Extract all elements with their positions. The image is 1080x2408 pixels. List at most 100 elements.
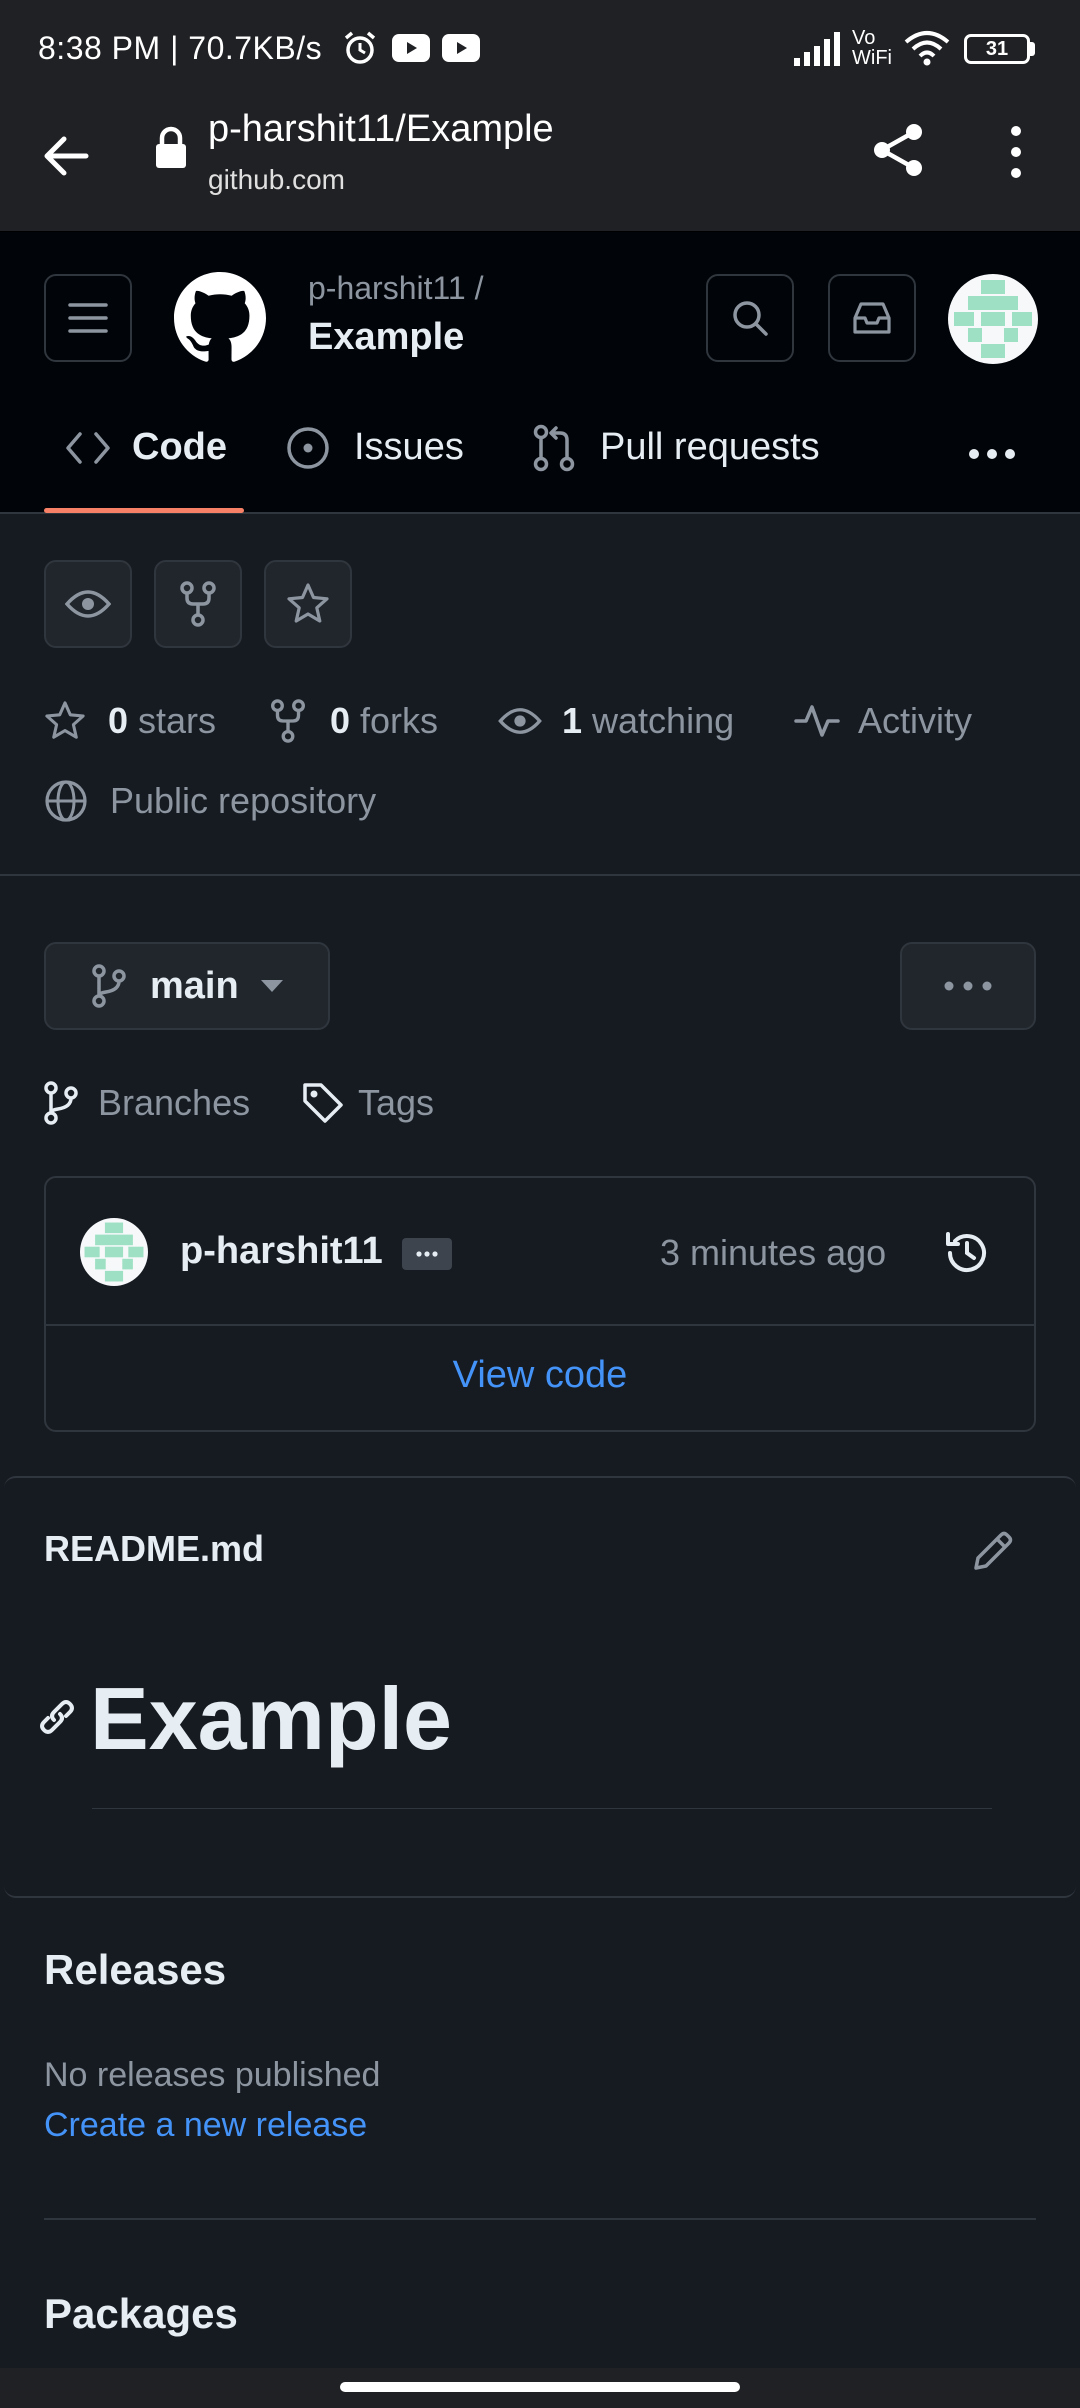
stars-count: 0 [108,700,129,741]
signal-icon [794,32,840,66]
readme-card: README.md Example [4,1476,1076,1898]
vowifi-label: Vo WiFi [852,27,892,69]
back-arrow-icon[interactable] [40,130,92,182]
wifi-icon [904,31,950,66]
visibility-stat: Public repository [44,776,376,826]
commit-message-toggle[interactable] [402,1238,452,1270]
tag-icon [303,1083,343,1123]
search-icon [733,301,768,336]
tab-code-label: Code [132,426,227,468]
section-divider [0,874,1080,876]
tab-pull-requests-label: Pull requests [600,426,820,468]
browser-toolbar: p-harshit11/Example github.com [0,96,1080,232]
commit-time: 3 minutes ago [660,1232,887,1273]
active-tab-underline [44,508,244,513]
inbox-icon [853,302,891,334]
watching-count: 1 [562,700,583,741]
home-gesture-handle[interactable] [340,2382,740,2392]
commit-author-avatar[interactable] [80,1218,148,1286]
anchor-link-icon[interactable] [36,1696,78,1738]
issue-icon [287,427,329,469]
inbox-button[interactable] [828,274,916,362]
url-title[interactable]: p-harshit11/Example [208,108,554,151]
section-divider [44,2218,1036,2220]
releases-empty-text: No releases published [44,2056,381,2094]
packages-title[interactable]: Packages [44,2290,238,2338]
stars-label: stars [128,700,217,741]
tab-issues[interactable]: Issues [284,402,484,512]
heading-underline [92,1808,992,1809]
tab-issues-label: Issues [354,426,464,468]
activity-label: Activity [858,700,973,741]
more-tabs-icon[interactable] [966,446,1018,462]
user-avatar[interactable] [948,274,1038,364]
caret-down-icon [260,980,283,992]
eye-icon [65,590,111,618]
ellipsis-icon [944,981,992,991]
releases-title[interactable]: Releases [44,1946,226,1994]
search-button[interactable] [706,274,794,362]
branches-label: Branches [98,1082,251,1123]
star-icon [287,583,329,623]
forks-stat[interactable]: 0 forks [270,696,438,746]
watch-button[interactable] [44,560,132,648]
globe-icon [45,780,87,822]
latest-commit-box: p-harshit11 3 minutes ago View code [44,1176,1036,1432]
visibility-label: Public repository [110,780,377,821]
repo-owner[interactable]: p-harshit11 / [308,270,484,307]
activity-link[interactable]: Activity [794,696,972,746]
history-icon[interactable] [942,1228,992,1278]
forks-label: forks [350,700,439,741]
branch-icon [44,1081,78,1125]
battery-icon: 31 [964,34,1030,64]
more-vertical-icon[interactable] [1004,124,1028,180]
stars-stat[interactable]: 0 stars [44,696,216,746]
eye-icon [498,708,542,734]
tab-pull-requests[interactable]: Pull requests [530,402,850,512]
pencil-icon[interactable] [972,1530,1014,1572]
status-time: 8:38 PM | 70.7KB/s [38,30,323,66]
watching-stat[interactable]: 1 watching [498,696,734,746]
star-button[interactable] [264,560,352,648]
branch-more-button[interactable] [900,942,1036,1030]
ellipsis-icon [416,1251,438,1257]
commit-author[interactable]: p-harshit11 [180,1230,383,1273]
youtube-icon [442,34,480,62]
readme-filename[interactable]: README.md [44,1528,264,1570]
branches-link[interactable]: Branches [44,1078,250,1128]
alarm-icon [344,31,376,64]
identicon-avatar [954,280,1032,358]
pull-request-icon [533,424,575,472]
hamburger-icon [68,303,108,333]
menu-button[interactable] [44,274,132,362]
url-domain[interactable]: github.com [208,164,345,196]
youtube-icon [392,34,430,62]
battery-level: 31 [985,37,1009,60]
branch-selector[interactable]: main [44,942,330,1030]
create-release-link[interactable]: Create a new release [44,2106,367,2145]
branch-icon [92,964,126,1008]
identicon-avatar [84,1222,144,1282]
star-icon [45,701,85,739]
pulse-icon [794,705,840,737]
fork-icon [271,699,305,743]
status-bar: 8:38 PM | 70.7KB/s Vo WiFi 31 [0,0,1080,96]
repo-name[interactable]: Example [308,316,464,359]
lock-icon [156,126,186,168]
github-logo-icon[interactable] [174,272,266,364]
code-icon [66,432,110,464]
view-code-link[interactable]: View code [46,1354,1034,1397]
watching-label: watching [582,700,735,741]
readme-heading: Example [90,1669,452,1768]
battery-tip [1030,42,1035,56]
share-icon[interactable] [870,122,926,178]
gesture-nav-bar [0,2368,1080,2408]
branch-name: main [150,964,239,1007]
fork-button[interactable] [154,560,242,648]
tags-link[interactable]: Tags [302,1078,434,1128]
tags-label: Tags [358,1082,435,1123]
fork-icon [180,581,216,627]
github-header: p-harshit11 / Example Code Issues Pull r… [0,232,1080,514]
tab-code[interactable]: Code [44,402,244,513]
commit-box-divider [46,1324,1034,1326]
